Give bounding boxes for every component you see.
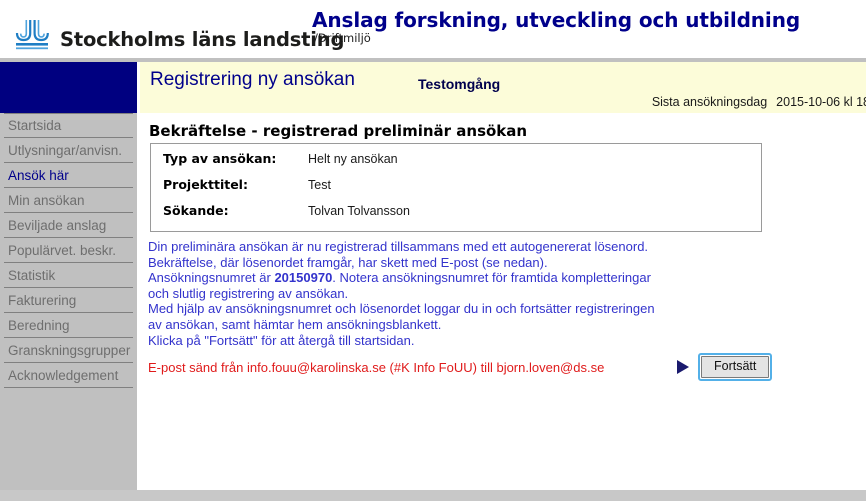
sidebar-item-label: Min ansökan <box>8 192 85 208</box>
summary-row-applicant: Sökande: Tolvan Tolvansson <box>151 203 761 229</box>
summary-value: Test <box>308 178 331 192</box>
notice-line-3-post: . Notera ansökningsnumret för framtida k… <box>332 270 651 286</box>
section-heading: Bekräftelse - registrerad preliminär ans… <box>149 122 528 140</box>
sidebar-item-label: Fakturering <box>8 292 77 308</box>
sidebar-nav: Startsida Utlysningar/anvisn. Ansök här … <box>0 113 137 388</box>
sidebar-item-label: Acknowledgement <box>8 367 119 383</box>
notice-line-3-pre: Ansökningsnumret är <box>148 270 275 286</box>
sidebar-item-label: Startsida <box>8 118 62 133</box>
sidebar: Startsida Utlysningar/anvisn. Ansök här … <box>0 62 137 490</box>
brand-header: Stockholms läns landsting Anslag forskni… <box>0 0 866 58</box>
deadline-info: Sista ansökningsdag 2015-10-06 kl 18 <box>652 95 866 109</box>
notice-line-1: Din preliminära ansökan är nu registrera… <box>148 239 649 254</box>
sidebar-item-label: Granskningsgrupper <box>8 342 131 358</box>
sidebar-item-beviljade-anslag[interactable]: Beviljade anslag <box>4 213 133 238</box>
sidebar-header-block <box>0 62 137 113</box>
continue-action: Fortsätt <box>676 353 773 381</box>
notice-line-3: Ansökningsnumret är 20150970. Notera ans… <box>148 270 708 286</box>
sidebar-item-acknowledgement[interactable]: Acknowledgement <box>4 363 133 388</box>
sidebar-item-label: Statistik <box>8 267 56 283</box>
sidebar-item-beredning[interactable]: Beredning <box>4 313 133 338</box>
notice-line-6: av ansökan, samt hämtar hem ansökningsbl… <box>148 316 442 332</box>
play-arrow-icon <box>676 359 690 375</box>
summary-label: Sökande: <box>163 203 229 218</box>
application-summary-box: Typ av ansökan: Helt ny ansökan Projektt… <box>150 143 762 232</box>
sidebar-item-label: Ansök här <box>8 167 69 183</box>
sidebar-item-statistik[interactable]: Statistik <box>4 263 133 288</box>
summary-label: Projekttitel: <box>163 177 248 192</box>
notice-line-7: Klicka på "Fortsätt" för att återgå till… <box>148 332 415 348</box>
sidebar-item-min-ansokan[interactable]: Min ansökan <box>4 188 133 213</box>
sidebar-item-label: Utlysningar/anvisn. <box>8 142 123 158</box>
sidebar-item-granskningsgrupper[interactable]: Granskningsgrupper <box>4 338 133 363</box>
sidebar-item-label: Beviljade anslag <box>8 217 107 233</box>
summary-value: Tolvan Tolvansson <box>308 204 410 218</box>
sidebar-item-popularvet-beskr[interactable]: Populärvet. beskr. <box>4 238 133 263</box>
notice-line-4: och slutlig registrering av ansökan. <box>148 285 349 301</box>
titlebar-round-label: Testomgång <box>418 76 501 92</box>
sidebar-item-label: Populärvet. beskr. <box>8 242 117 258</box>
summary-label: Typ av ansökan: <box>163 151 277 166</box>
application-number: 20150970 <box>274 270 333 286</box>
summary-row-title: Projekttitel: Test <box>151 177 761 203</box>
summary-value: Helt ny ansökan <box>308 152 398 166</box>
email-sent-notice: E-post sänd från info.fouu@karolinska.se… <box>148 360 605 376</box>
summary-row-type: Typ av ansökan: Helt ny ansökan <box>151 151 761 177</box>
sidebar-item-utlysningar[interactable]: Utlysningar/anvisn. <box>4 138 133 163</box>
sidebar-item-fakturering[interactable]: Fakturering <box>4 288 133 313</box>
environment-label: /Driftmiljö <box>314 31 371 45</box>
sidebar-item-label: Beredning <box>8 317 70 333</box>
continue-button-focus-ring: Fortsätt <box>698 353 773 381</box>
page-title: Anslag forskning, utveckling och utbildn… <box>312 8 801 32</box>
sidebar-item-ansok-har[interactable]: Ansök här <box>4 163 133 188</box>
main-panel: Bekräftelse - registrerad preliminär ans… <box>137 113 866 490</box>
notice-line-2: Bekräftelse, där lösenordet framgår, har… <box>148 254 548 270</box>
bottom-scrollbar-strip[interactable] <box>0 490 866 501</box>
page-titlebar: Registrering ny ansökan Testomgång Sista… <box>140 62 866 113</box>
titlebar-heading: Registrering ny ansökan <box>150 69 355 90</box>
sidebar-item-startsida[interactable]: Startsida <box>4 113 133 138</box>
confirmation-message: Din preliminära ansökan är nu registrera… <box>148 239 708 376</box>
notice-line-5: Med hjälp av ansökningsnumret och löseno… <box>148 301 655 317</box>
deadline-label: Sista ansökningsdag <box>651 95 768 109</box>
deadline-value: 2015-10-06 kl 18 <box>776 95 866 109</box>
logo-text: Stockholms läns landsting <box>60 27 345 51</box>
content-column: Registrering ny ansökan Testomgång Sista… <box>137 62 866 490</box>
site-logo[interactable]: Stockholms läns landsting <box>14 19 344 53</box>
sll-logo-icon <box>14 19 52 53</box>
continue-button[interactable]: Fortsätt <box>701 356 770 378</box>
